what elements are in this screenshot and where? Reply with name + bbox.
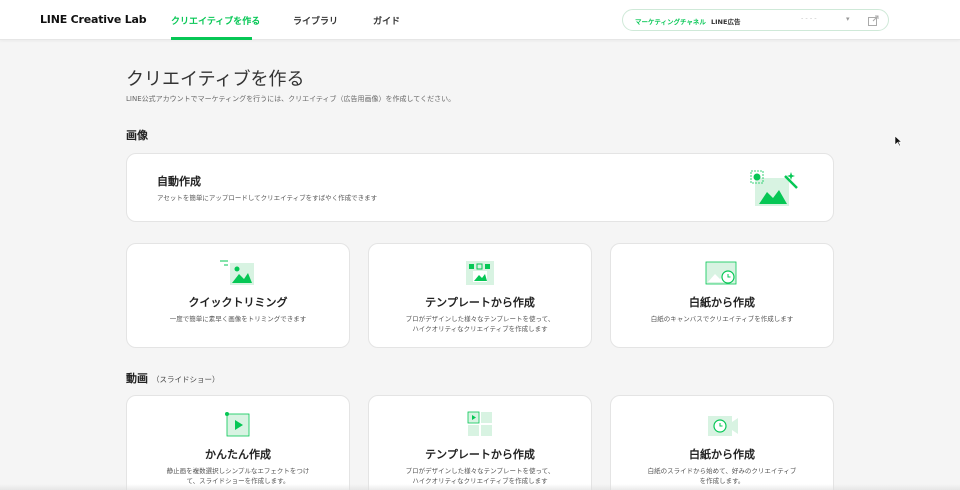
video-template-card[interactable]: テンプレートから作成 プロがデザインした様々なテンプレートを使って、 ハイクオリ… bbox=[368, 395, 592, 490]
page-description: LINE公式アカウントでマーケティングを行うには、クリエイティブ（広告用画像）を… bbox=[126, 95, 456, 103]
nav-guide[interactable]: ガイド bbox=[373, 14, 400, 27]
blank-canvas-title: 白紙から作成 bbox=[689, 296, 755, 309]
video-template-icon bbox=[460, 410, 500, 444]
account-select-value[interactable]: - - - - bbox=[801, 14, 817, 22]
auto-create-description: アセットを簡単にアップロードしてクリエイティブをすばやく作成できます bbox=[157, 194, 378, 202]
section-title-image: 画像 bbox=[126, 129, 148, 142]
blank-video-card[interactable]: 白紙から作成 白紙のスライドから始めて、好みのクリエイティブ を作成します。 bbox=[610, 395, 834, 490]
top-header: LINE Creative Lab クリエイティブを作る ライブラリ ガイド マ… bbox=[0, 0, 960, 40]
chevron-down-icon[interactable]: ▾ bbox=[846, 15, 850, 23]
nav-active-indicator bbox=[171, 37, 252, 40]
mouse-cursor-icon bbox=[894, 132, 903, 151]
blank-video-icon bbox=[702, 410, 742, 444]
bottom-fade bbox=[0, 484, 960, 490]
page-title: クリエイティブを作る bbox=[126, 69, 305, 90]
blank-video-title: 白紙から作成 bbox=[689, 448, 755, 461]
easy-video-description: 静止画を複数選択しシンプルなエフェクトをつけ て、スライドショーを作成します。 bbox=[166, 467, 310, 485]
video-template-description: プロがデザインした様々なテンプレートを使って、 ハイクオリティなクリエイティブを… bbox=[405, 467, 555, 485]
quick-trim-description: 一度で簡単に素早く画像をトリミングできます bbox=[169, 315, 307, 323]
auto-create-card[interactable]: 自動作成 アセットを簡単にアップロードしてクリエイティブをすばやく作成できます bbox=[126, 153, 834, 222]
app-logo[interactable]: LINE Creative Lab bbox=[40, 13, 147, 26]
quick-trim-card[interactable]: クイックトリミング 一度で簡単に素早く画像をトリミングできます bbox=[126, 243, 350, 348]
blank-canvas-card[interactable]: 白紙から作成 白紙のキャンバスでクリエイティブを作成します bbox=[610, 243, 834, 348]
easy-video-card[interactable]: かんたん作成 静止画を複数選択しシンプルなエフェクトをつけ て、スライドショーを… bbox=[126, 395, 350, 490]
section-title-video-label: 動画 bbox=[126, 372, 148, 385]
template-card[interactable]: テンプレートから作成 プロがデザインした様々なテンプレートを使って、 ハイクオリ… bbox=[368, 243, 592, 348]
blank-canvas-icon bbox=[702, 258, 742, 292]
template-icon bbox=[460, 258, 500, 292]
auto-create-title: 自動作成 bbox=[157, 175, 201, 188]
external-link-icon[interactable] bbox=[866, 13, 880, 27]
account-name: LINE広告 bbox=[711, 18, 741, 26]
quick-trim-icon bbox=[218, 258, 258, 292]
auto-create-icon bbox=[747, 168, 803, 212]
blank-video-description: 白紙のスライドから始めて、好みのクリエイティブ を作成します。 bbox=[647, 467, 797, 485]
section-subtitle-video: （スライドショー） bbox=[152, 375, 220, 384]
channel-label: マーケティングチャネル bbox=[635, 18, 706, 26]
template-title: テンプレートから作成 bbox=[425, 296, 535, 309]
easy-video-title: かんたん作成 bbox=[205, 448, 271, 461]
account-selector[interactable]: マーケティングチャネル LINE広告 - - - - ▾ bbox=[622, 9, 889, 31]
nav-create[interactable]: クリエイティブを作る bbox=[171, 14, 260, 27]
nav-library[interactable]: ライブラリ bbox=[293, 14, 338, 27]
video-template-title: テンプレートから作成 bbox=[425, 448, 535, 461]
section-title-video: 動画 （スライドショー） bbox=[126, 370, 220, 386]
template-description: プロがデザインした様々なテンプレートを使って、 ハイクオリティなクリエイティブを… bbox=[405, 315, 555, 333]
quick-trim-title: クイックトリミング bbox=[188, 296, 288, 309]
blank-canvas-description: 白紙のキャンバスでクリエイティブを作成します bbox=[650, 315, 794, 323]
easy-video-icon bbox=[218, 410, 258, 444]
